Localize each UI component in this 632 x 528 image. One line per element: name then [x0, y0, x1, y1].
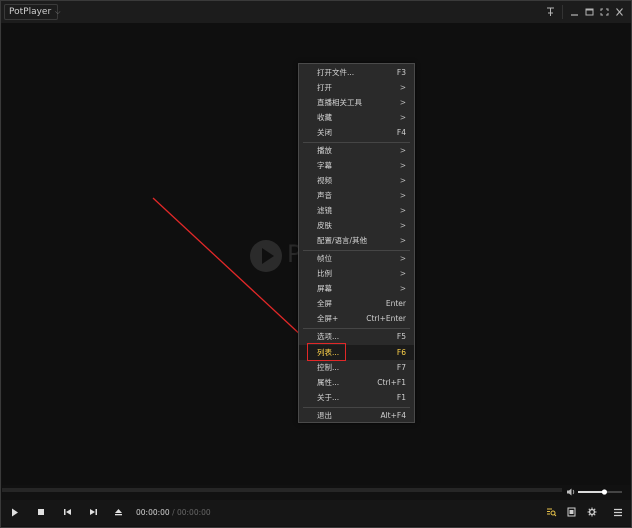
- menu-item-ratio[interactable]: 比例 >: [299, 266, 414, 281]
- volume-fill: [578, 491, 605, 493]
- submenu-arrow-icon: >: [399, 146, 406, 155]
- menu-item-favorites[interactable]: 收藏 >: [299, 110, 414, 125]
- submenu-arrow-icon: >: [399, 284, 406, 293]
- eject-icon[interactable]: [110, 504, 126, 520]
- menu-item-subtitles[interactable]: 字幕 >: [299, 158, 414, 173]
- submenu-arrow-icon: >: [399, 254, 406, 263]
- menu-item-close[interactable]: 关闭 F4: [299, 125, 414, 140]
- previous-icon[interactable]: [59, 504, 75, 520]
- menu-item-control[interactable]: 控制... F7: [299, 360, 414, 375]
- seek-bar[interactable]: [2, 488, 562, 492]
- stop-icon[interactable]: [33, 504, 49, 520]
- submenu-arrow-icon: >: [399, 236, 406, 245]
- menu-item-config-language[interactable]: 配置/语言/其他 >: [299, 233, 414, 248]
- submenu-arrow-icon: >: [399, 269, 406, 278]
- play-icon[interactable]: [7, 504, 23, 520]
- menu-item-about[interactable]: 关于... F1: [299, 390, 414, 405]
- settings-gear-icon[interactable]: [584, 504, 600, 520]
- context-menu: 打开文件... F3 打开 > 直播相关工具 > 收藏 > 关闭 F4 播放 >…: [298, 63, 415, 423]
- menu-item-audio[interactable]: 声音 >: [299, 188, 414, 203]
- menu-item-fullscreen[interactable]: 全屏 Enter: [299, 296, 414, 311]
- menu-item-options[interactable]: 选项... F5: [299, 329, 414, 344]
- menu-item-properties[interactable]: 属性... Ctrl+F1: [299, 375, 414, 390]
- submenu-arrow-icon: >: [399, 83, 406, 92]
- menu-item-frame[interactable]: 帧位 >: [299, 251, 414, 266]
- menu-item-video[interactable]: 视频 >: [299, 173, 414, 188]
- menu-item-screen[interactable]: 屏幕 >: [299, 281, 414, 296]
- menu-hamburger-icon[interactable]: [610, 504, 626, 520]
- submenu-arrow-icon: >: [399, 113, 406, 122]
- volume-control[interactable]: [566, 487, 626, 497]
- volume-icon: [567, 488, 575, 496]
- volume-knob: [601, 489, 607, 495]
- submenu-arrow-icon: >: [399, 176, 406, 185]
- menu-item-playback[interactable]: 播放 >: [299, 143, 414, 158]
- control-bar: 00:00:00 / 00:00:00: [1, 500, 631, 526]
- next-icon[interactable]: [85, 504, 101, 520]
- total-time: 00:00:00: [176, 508, 211, 517]
- time-separator: /: [169, 508, 177, 517]
- submenu-arrow-icon: >: [399, 221, 406, 230]
- menu-item-live-tools[interactable]: 直播相关工具 >: [299, 95, 414, 110]
- submenu-arrow-icon: >: [399, 206, 406, 215]
- submenu-arrow-icon: >: [399, 98, 406, 107]
- submenu-arrow-icon: >: [399, 161, 406, 170]
- menu-item-open-file[interactable]: 打开文件... F3: [299, 65, 414, 80]
- menu-item-skins[interactable]: 皮肤 >: [299, 218, 414, 233]
- current-time: 00:00:00: [136, 508, 170, 517]
- menu-item-exit[interactable]: 退出 Alt+F4: [299, 408, 414, 423]
- annotation-highlight-box: [307, 343, 346, 361]
- menu-item-open[interactable]: 打开 >: [299, 80, 414, 95]
- time-display: 00:00:00 / 00:00:00: [136, 508, 211, 517]
- submenu-arrow-icon: >: [399, 191, 406, 200]
- menu-item-filters[interactable]: 滤镜 >: [299, 203, 414, 218]
- chapter-icon[interactable]: [563, 504, 579, 520]
- menu-item-fullscreen-plus[interactable]: 全屏+ Ctrl+Enter: [299, 311, 414, 326]
- playlist-search-icon[interactable]: [543, 504, 559, 520]
